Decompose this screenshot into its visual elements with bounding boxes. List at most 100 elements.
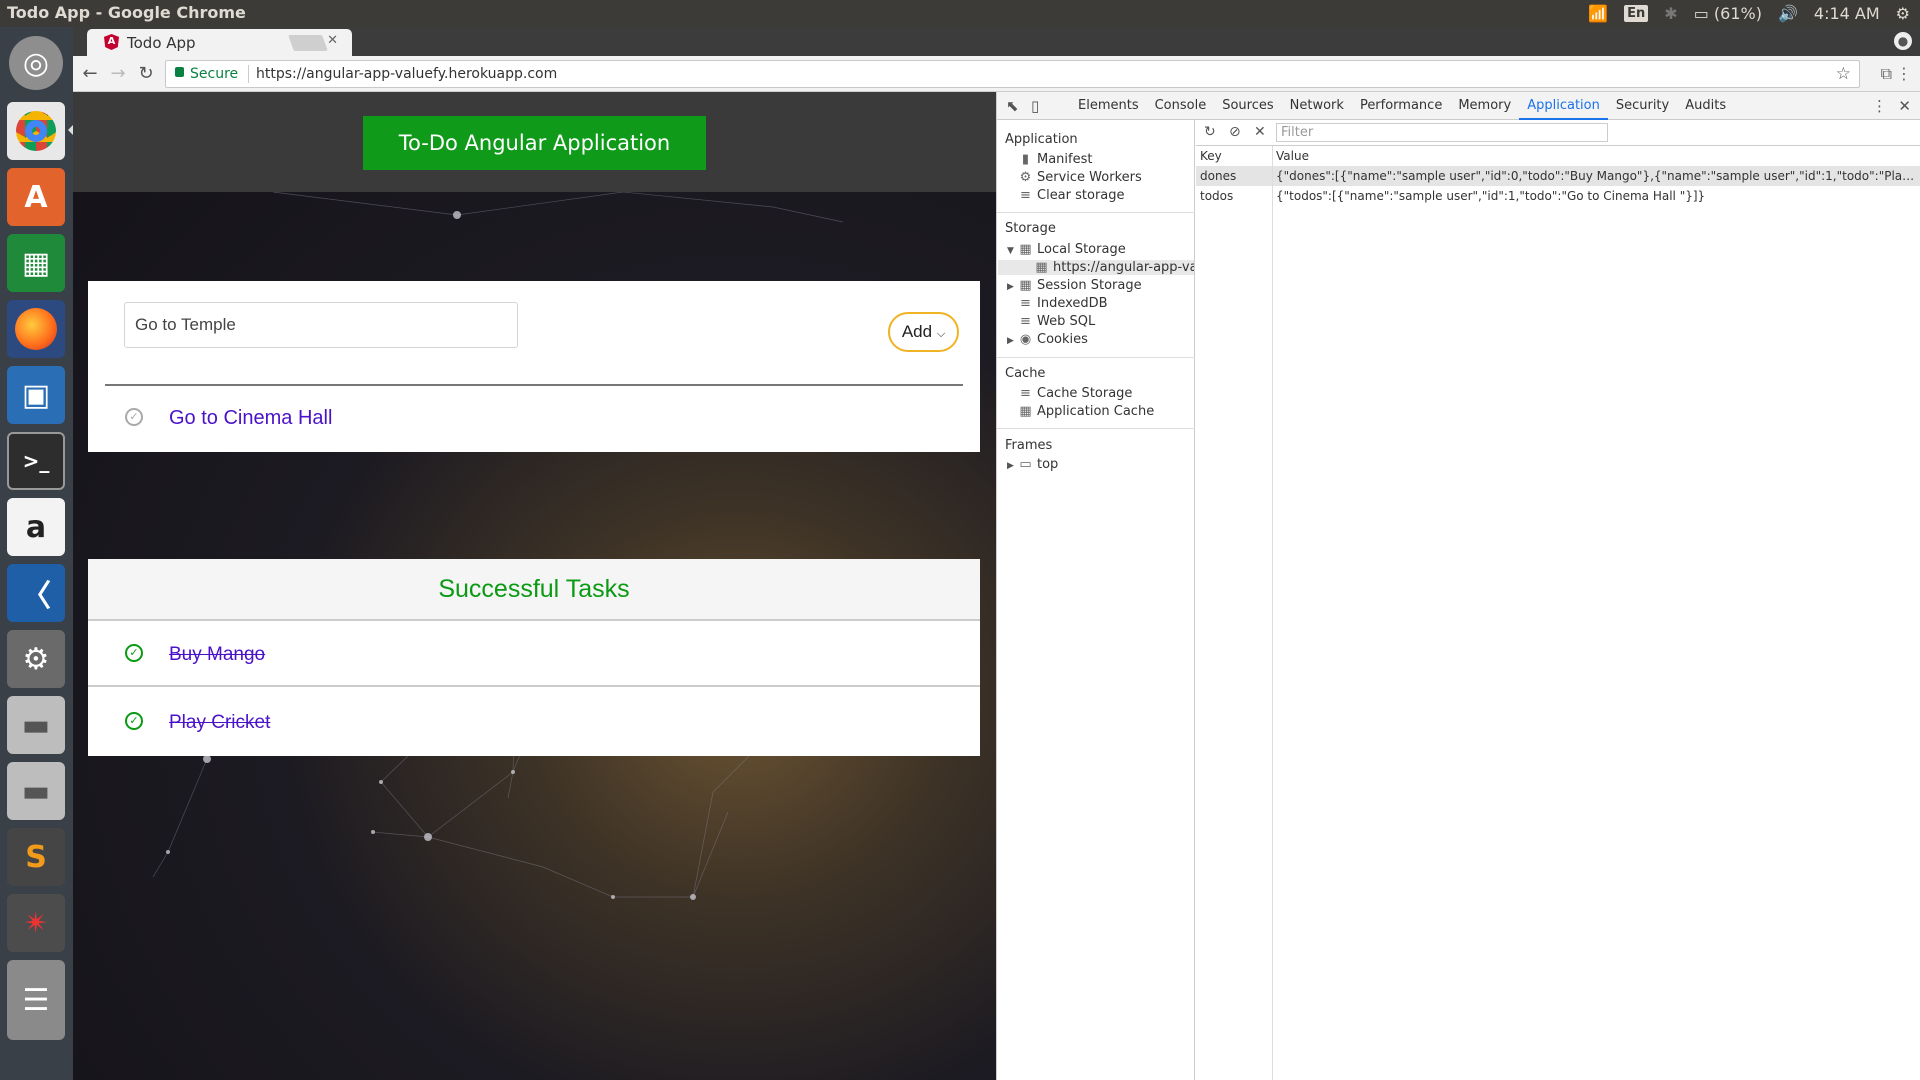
delete-selected-icon[interactable]: ✕ [1254, 124, 1266, 140]
tab-sources[interactable]: Sources [1214, 92, 1281, 120]
sidebar-item-manifest[interactable]: ▮ Manifest [1019, 152, 1093, 167]
section-storage: Storage [1005, 221, 1056, 236]
expanded-triangle-icon: ▼ [1007, 246, 1014, 256]
clock[interactable]: 4:14 AM [1814, 4, 1880, 23]
tab-console[interactable]: Console [1147, 92, 1215, 120]
sidebar-item-cache-storage[interactable]: ≡ Cache Storage [1019, 386, 1132, 401]
tab-elements[interactable]: Elements [1070, 92, 1147, 120]
address-bar[interactable]: Secure https://angular-app-valuefy.herok… [165, 60, 1860, 88]
tab-application[interactable]: Application [1519, 92, 1608, 120]
volume-icon[interactable]: 🔊 [1778, 4, 1798, 23]
collapsed-triangle-icon: ▶ [1007, 282, 1014, 292]
add-button[interactable]: Add ⌵ [888, 312, 959, 352]
inspect-element-icon[interactable]: ⬉ [1006, 97, 1019, 115]
sidebar-item-service-workers[interactable]: ⚙ Service Workers [1019, 170, 1142, 185]
todo-item: ✓ Go to Cinema Hall [88, 393, 980, 452]
software-center-icon[interactable]: A [7, 168, 65, 226]
gear-icon[interactable]: ⚙ [1896, 4, 1910, 23]
todo-item-text[interactable]: Go to Cinema Hall [169, 407, 332, 430]
grid-icon: ▦ [1019, 242, 1032, 257]
back-icon[interactable]: ← [79, 63, 101, 84]
done-item-text[interactable]: Play Cricket [169, 712, 270, 734]
column-divider [1272, 146, 1273, 1080]
tab-title: Todo App [127, 34, 196, 52]
profile-icon[interactable]: ● [1894, 32, 1912, 50]
sublime-icon[interactable]: S [7, 828, 65, 886]
bookmark-star-icon[interactable]: ☆ [1836, 64, 1851, 84]
extension-icon[interactable]: ⧉ [1881, 64, 1892, 84]
table-row[interactable]: dones {"dones":[{"name":"sample user","i… [1196, 166, 1920, 186]
keyboard-layout-indicator[interactable]: En [1624, 5, 1649, 22]
complete-check-icon[interactable]: ✓ [125, 408, 143, 426]
database-icon: ≡ [1020, 314, 1031, 329]
sidebar-item-indexeddb[interactable]: ≡ IndexedDB [1019, 296, 1108, 311]
grid-icon: ▦ [1035, 260, 1048, 275]
bluetooth-icon[interactable]: ✱ [1664, 4, 1677, 23]
grid-icon: ▦ [1019, 278, 1032, 293]
column-header-key[interactable]: Key [1196, 146, 1222, 166]
filter-input[interactable]: Filter [1276, 123, 1608, 142]
battery-indicator[interactable]: ▭ (61%) [1694, 4, 1762, 23]
close-devtools-icon[interactable]: ✕ [1898, 97, 1911, 115]
amazon-icon[interactable]: a [7, 498, 65, 556]
ubuntu-logo-icon[interactable]: ◎ [9, 36, 63, 90]
file-icon: ▮ [1021, 152, 1030, 167]
section-application: Application [1005, 132, 1078, 147]
settings-icon[interactable]: ⚙ [7, 630, 65, 688]
tab-network[interactable]: Network [1282, 92, 1352, 120]
devtools-toolbar: ⬉ ▯ Elements Console Sources Network Per… [997, 92, 1920, 120]
tab-performance[interactable]: Performance [1352, 92, 1450, 120]
disk2-icon[interactable]: ▬ [7, 762, 65, 820]
sidebar-item-label: Service Workers [1037, 170, 1142, 185]
app-brand-button[interactable]: To-Do Angular Application [363, 116, 706, 170]
todo-input[interactable] [124, 302, 518, 348]
gear-icon: ⚙ [1019, 170, 1032, 185]
tab-memory[interactable]: Memory [1450, 92, 1519, 120]
browser-menu-icon[interactable]: ⋮ [1896, 64, 1912, 83]
tab-close-icon[interactable]: ✕ [327, 33, 338, 48]
collapsed-triangle-icon: ▶ [1007, 461, 1014, 471]
table-row[interactable]: todos {"todos":[{"name":"sample user","i… [1196, 186, 1920, 206]
storage-toolbar: ↻ ⊘ ✕ Filter [1196, 120, 1920, 146]
row-key: todos [1200, 189, 1234, 203]
network-icon[interactable]: ✴ [7, 894, 65, 952]
vscode-icon[interactable]: 〈 [7, 564, 65, 622]
sidebar-item-cookies[interactable]: ▶ ◉ Cookies [1007, 332, 1088, 347]
done-item-text[interactable]: Buy Mango [169, 644, 265, 666]
tab-security[interactable]: Security [1608, 92, 1677, 120]
stacked-apps-icon[interactable]: ☰ [7, 960, 65, 1040]
reload-icon[interactable]: ↻ [135, 63, 157, 84]
image-viewer-icon[interactable]: ▣ [7, 366, 65, 424]
chrome-icon[interactable] [7, 102, 65, 160]
clear-all-icon[interactable]: ⊘ [1229, 124, 1241, 140]
sidebar-item-label: Session Storage [1037, 278, 1142, 293]
forward-icon[interactable]: → [107, 63, 129, 84]
sidebar-item-local-storage-origin[interactable]: ▦ https://angular-app-valu [998, 260, 1194, 275]
successful-tasks-card: Successful Tasks ✓ Buy Mango ✓ Play Cric… [88, 559, 980, 756]
sidebar-item-local-storage[interactable]: ▼ ▦ Local Storage [1007, 242, 1126, 257]
application-sidebar: Application ▮ Manifest ⚙ Service Workers ≡… [997, 120, 1195, 1080]
row-key: dones [1200, 169, 1237, 183]
sidebar-item-session-storage[interactable]: ▶ ▦ Session Storage [1007, 278, 1142, 293]
device-toolbar-icon[interactable]: ▯ [1031, 97, 1039, 115]
url-text: https://angular-app-valuefy.herokuapp.co… [256, 66, 558, 82]
sidebar-item-label: Clear storage [1037, 188, 1125, 203]
firefox-icon[interactable] [7, 300, 65, 358]
sidebar-item-web-sql[interactable]: ≡ Web SQL [1019, 314, 1095, 329]
new-tab-button[interactable] [288, 35, 328, 51]
wifi-icon[interactable]: 📶 [1588, 4, 1608, 23]
disk-icon[interactable]: ▬ [7, 696, 65, 754]
done-check-icon[interactable]: ✓ [125, 712, 143, 730]
devtools-menu-icon[interactable]: ⋮ [1872, 97, 1887, 115]
sidebar-item-top-frame[interactable]: ▶ ▭ top [1007, 457, 1058, 472]
divider [997, 357, 1195, 358]
spreadsheet-icon[interactable]: ▦ [7, 234, 65, 292]
sidebar-item-application-cache[interactable]: ▦ Application Cache [1019, 404, 1154, 419]
done-check-icon[interactable]: ✓ [125, 644, 143, 662]
column-header-value[interactable]: Value [1272, 146, 1309, 166]
terminal-icon[interactable]: >_ [7, 432, 65, 490]
tab-audits[interactable]: Audits [1677, 92, 1734, 120]
sidebar-item-label: top [1037, 457, 1059, 472]
sidebar-item-clear-storage[interactable]: ≡ Clear storage [1019, 188, 1125, 203]
refresh-icon[interactable]: ↻ [1204, 124, 1216, 140]
